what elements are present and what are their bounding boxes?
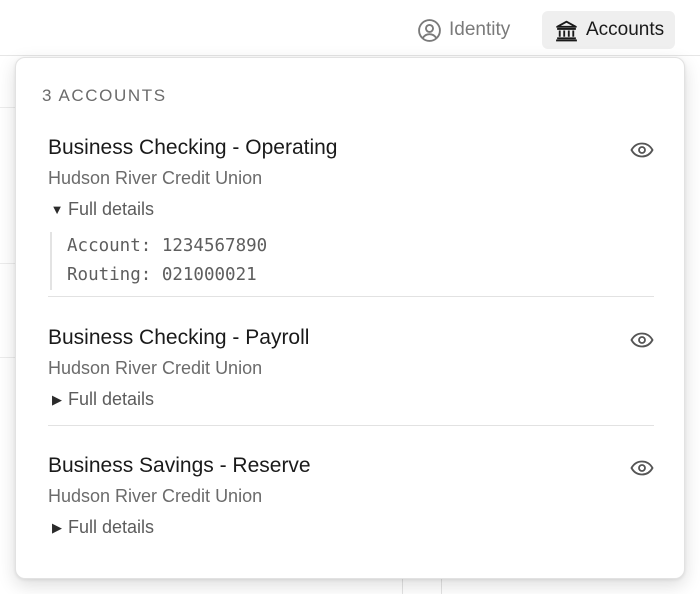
user-circle-icon <box>417 18 442 43</box>
account-number: Account: 1234567890 <box>67 236 268 256</box>
account-name: Business Checking - Payroll <box>48 326 310 349</box>
background-divider <box>402 578 403 594</box>
account-name: Business Checking - Operating <box>48 136 338 159</box>
accounts-button[interactable]: Accounts <box>542 11 676 49</box>
background-divider <box>441 578 442 594</box>
accounts-popover: 3 ACCOUNTS Business Checking - Operating… <box>15 57 685 579</box>
account-institution: Hudson River Credit Union <box>48 486 263 506</box>
full-details-toggle[interactable]: ▶ Full details <box>50 389 154 410</box>
account-details: Account: 1234567890 Routing: 021000021 <box>50 232 267 290</box>
account-institution: Hudson River Credit Union <box>48 358 263 378</box>
full-details-toggle[interactable]: ▶ Full details <box>50 517 154 538</box>
eye-icon[interactable] <box>630 138 654 162</box>
bank-icon <box>554 18 579 43</box>
full-details-toggle[interactable]: ▼ Full details <box>50 199 154 220</box>
caret-down-icon: ▼ <box>50 202 64 217</box>
eye-icon[interactable] <box>630 328 654 352</box>
account-item: Business Checking - Payroll Hudson River… <box>48 326 654 416</box>
accounts-count-heading: 3 ACCOUNTS <box>42 86 167 105</box>
full-details-label: Full details <box>68 389 155 409</box>
accounts-label: Accounts <box>586 19 665 40</box>
divider <box>48 296 654 297</box>
account-item: Business Checking - Operating Hudson Riv… <box>48 136 654 296</box>
account-institution: Hudson River Credit Union <box>48 168 263 188</box>
caret-right-icon: ▶ <box>52 391 62 407</box>
full-details-label: Full details <box>68 199 155 219</box>
account-name: Business Savings - Reserve <box>48 454 311 477</box>
account-item: Business Savings - Reserve Hudson River … <box>48 454 654 544</box>
identity-label: Identity <box>449 19 511 40</box>
identity-button[interactable]: Identity <box>405 11 521 49</box>
divider <box>48 425 654 426</box>
full-details-label: Full details <box>68 517 155 537</box>
eye-icon[interactable] <box>630 456 654 480</box>
header-divider <box>0 55 700 56</box>
caret-right-icon: ▶ <box>52 519 62 535</box>
routing-number: Routing: 021000021 <box>67 265 257 285</box>
